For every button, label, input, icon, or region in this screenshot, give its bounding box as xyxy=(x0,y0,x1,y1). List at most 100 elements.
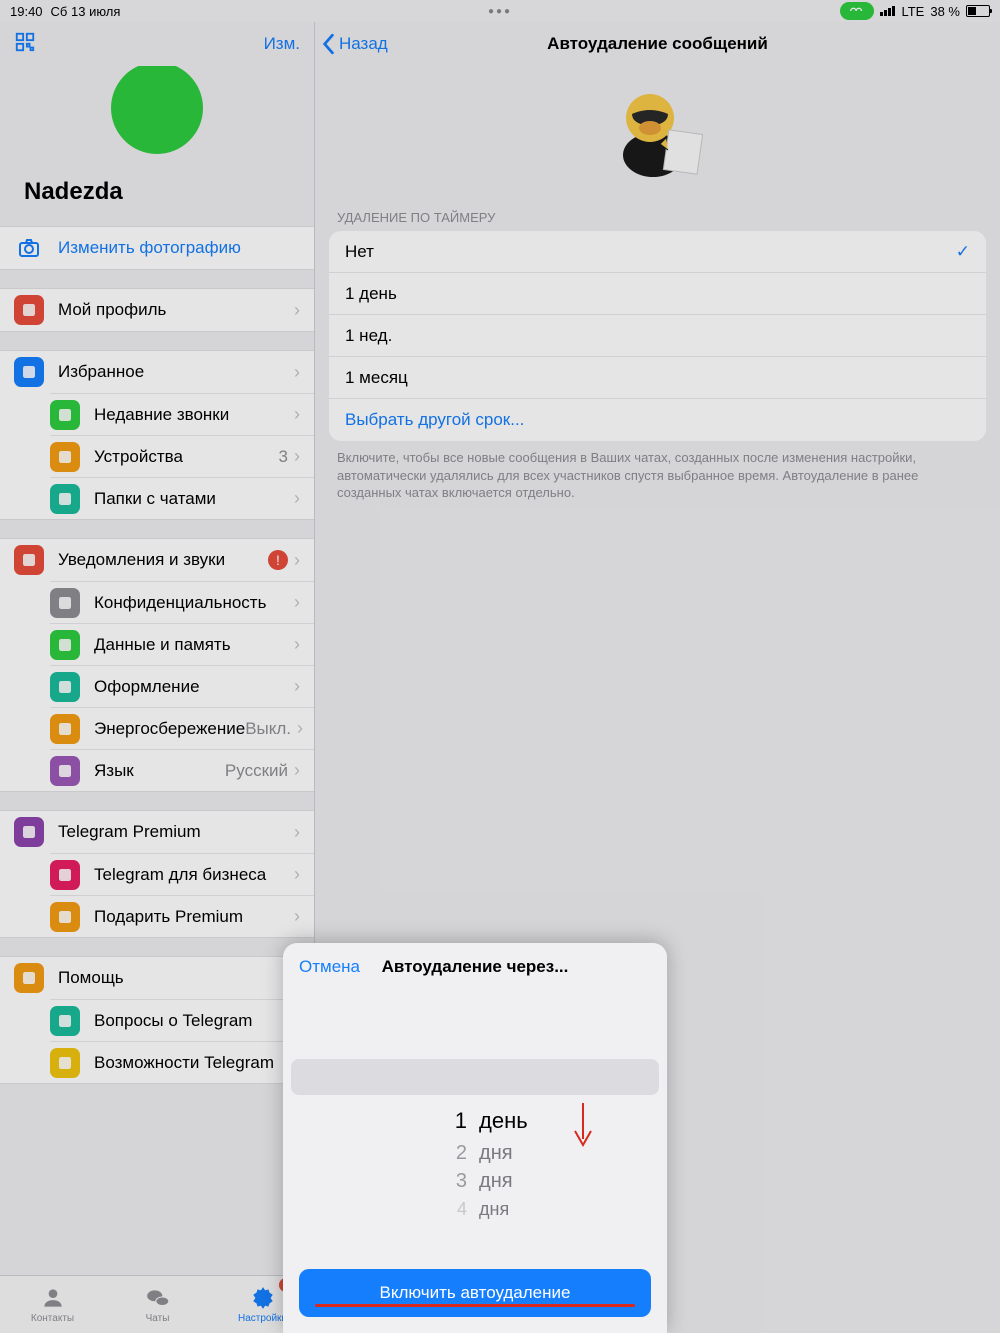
chevron-right-icon: › xyxy=(294,362,300,383)
clock: 19:40 xyxy=(10,4,43,19)
tab-chats[interactable]: Чаты xyxy=(105,1276,210,1333)
sidebar-item-label: Избранное xyxy=(58,362,294,382)
palette-icon xyxy=(50,672,80,702)
chevron-left-icon xyxy=(321,33,335,55)
back-button[interactable]: Назад xyxy=(315,33,388,55)
arrow-down-icon xyxy=(571,1101,595,1149)
custom-duration-link[interactable]: Выбрать другой срок... xyxy=(329,399,986,441)
chevron-right-icon: › xyxy=(294,676,300,697)
sidebar-item-briefcase[interactable]: Telegram для бизнеса› xyxy=(50,853,314,895)
devices-icon xyxy=(50,442,80,472)
sidebar-item-label: Устройства xyxy=(94,447,279,467)
sidebar-item-value: 3 xyxy=(279,447,288,467)
annotation-underline xyxy=(315,1304,635,1307)
chat-icon xyxy=(14,963,44,993)
cancel-button[interactable]: Отмена xyxy=(299,957,360,977)
sidebar-item-bell[interactable]: Уведомления и звуки!› xyxy=(0,539,314,581)
settings-sidebar: Изм. Nadezda Изменить фотографию Мой про… xyxy=(0,22,315,1333)
bulb-icon xyxy=(50,1048,80,1078)
sidebar-item-data[interactable]: Данные и память› xyxy=(50,623,314,665)
sidebar-item-label: Данные и память xyxy=(94,635,294,655)
picker-row[interactable]: 2дня xyxy=(283,1139,667,1167)
bookmark-icon xyxy=(14,357,44,387)
change-photo-label: Изменить фотографию xyxy=(58,238,300,258)
avatar[interactable] xyxy=(111,66,203,154)
sidebar-item-bookmark[interactable]: Избранное› xyxy=(0,351,314,393)
sidebar-item-lock[interactable]: Конфиденциальность› xyxy=(50,581,314,623)
sidebar-item-label: Уведомления и звуки xyxy=(58,550,268,570)
sidebar-item-person[interactable]: Мой профиль› xyxy=(0,289,314,331)
sidebar-item-globe[interactable]: ЯзыкРусский› xyxy=(50,749,314,791)
sidebar-item-label: Помощь xyxy=(58,968,294,988)
sidebar-item-battery[interactable]: ЭнергосбережениеВыкл. › xyxy=(50,707,314,749)
chevron-right-icon: › xyxy=(294,634,300,655)
sidebar-item-value: Выкл. xyxy=(245,719,291,739)
sidebar-item-label: Telegram Premium xyxy=(58,822,294,842)
camera-icon xyxy=(14,233,44,263)
change-photo-row[interactable]: Изменить фотографию xyxy=(0,227,314,269)
timer-option[interactable]: Нет✓ xyxy=(329,231,986,273)
picker-row[interactable]: 4дня xyxy=(283,1195,667,1223)
date: Сб 13 июля xyxy=(51,4,121,19)
battery-icon xyxy=(966,5,990,17)
folder-icon xyxy=(50,484,80,514)
timer-option-label: Нет xyxy=(345,242,374,262)
sidebar-item-label: Telegram для бизнеса xyxy=(94,865,294,885)
timer-option[interactable]: 1 нед. xyxy=(329,315,986,357)
sidebar-item-label: Вопросы о Telegram xyxy=(94,1011,294,1031)
sidebar-item-label: Недавние звонки xyxy=(94,405,294,425)
briefcase-icon xyxy=(50,860,80,890)
sidebar-item-gift[interactable]: Подарить Premium› xyxy=(50,895,314,937)
picker-row[interactable]: 1день xyxy=(283,1103,667,1139)
chevron-right-icon: › xyxy=(294,404,300,425)
star-icon xyxy=(14,817,44,847)
profile-name: Nadezda xyxy=(0,154,123,216)
network-label: LTE xyxy=(901,4,924,19)
question-icon xyxy=(50,1006,80,1036)
footer-note: Включите, чтобы все новые сообщения в Ва… xyxy=(315,441,1000,510)
lock-icon xyxy=(50,588,80,618)
ellipsis-icon: ●●● xyxy=(488,6,512,17)
chevron-right-icon: › xyxy=(294,446,300,467)
sidebar-item-label: Язык xyxy=(94,761,225,781)
edit-button[interactable]: Изм. xyxy=(264,34,300,54)
sidebar-item-bulb[interactable]: Возможности Telegram› xyxy=(50,1041,314,1083)
tab-contacts[interactable]: Контакты xyxy=(0,1276,105,1333)
sidebar-item-label: Возможности Telegram xyxy=(94,1053,294,1073)
sidebar-item-palette[interactable]: Оформление› xyxy=(50,665,314,707)
sidebar-item-phone[interactable]: Недавние звонки› xyxy=(50,393,314,435)
sidebar-item-label: Подарить Premium xyxy=(94,907,294,927)
page-title: Автоудаление сообщений xyxy=(547,34,768,54)
sidebar-item-devices[interactable]: Устройства3 › xyxy=(50,435,314,477)
chat-bubbles-icon xyxy=(145,1285,171,1311)
chevron-right-icon: › xyxy=(297,718,303,739)
battery-icon xyxy=(50,714,80,744)
custom-timer-sheet: Отмена Автоудаление через... 1день2дня3д… xyxy=(283,943,667,1333)
duck-illustration xyxy=(315,66,1000,210)
gift-icon xyxy=(50,902,80,932)
chevron-right-icon: › xyxy=(294,760,300,781)
sidebar-item-label: Папки с чатами xyxy=(94,489,294,509)
timer-option-label: 1 нед. xyxy=(345,326,392,346)
sidebar-item-chat[interactable]: Помощь› xyxy=(0,957,314,999)
sheet-title: Автоудаление через... xyxy=(382,957,569,977)
sidebar-item-label: Конфиденциальность xyxy=(94,593,294,613)
duration-picker[interactable]: 1день2дня3дня4дня xyxy=(283,991,667,1269)
chevron-right-icon: › xyxy=(294,906,300,927)
timer-option[interactable]: 1 месяц xyxy=(329,357,986,399)
person-circle-icon xyxy=(40,1285,66,1311)
timer-option-label: 1 день xyxy=(345,284,397,304)
sidebar-item-label: Мой профиль xyxy=(58,300,294,320)
sidebar-item-label: Энергосбережение xyxy=(94,719,245,739)
qr-icon[interactable] xyxy=(14,31,36,58)
timer-option[interactable]: 1 день xyxy=(329,273,986,315)
sidebar-item-star[interactable]: Telegram Premium› xyxy=(0,811,314,853)
tab-bar: Контакты Чаты ! Настройки xyxy=(0,1275,315,1333)
sidebar-item-question[interactable]: Вопросы о Telegram› xyxy=(50,999,314,1041)
sidebar-item-folder[interactable]: Папки с чатами› xyxy=(50,477,314,519)
enable-autodelete-button[interactable]: Включить автоудаление xyxy=(299,1269,651,1317)
chevron-right-icon: › xyxy=(294,488,300,509)
chevron-right-icon: › xyxy=(294,592,300,613)
vpn-icon xyxy=(840,2,874,20)
picker-row[interactable]: 3дня xyxy=(283,1167,667,1195)
